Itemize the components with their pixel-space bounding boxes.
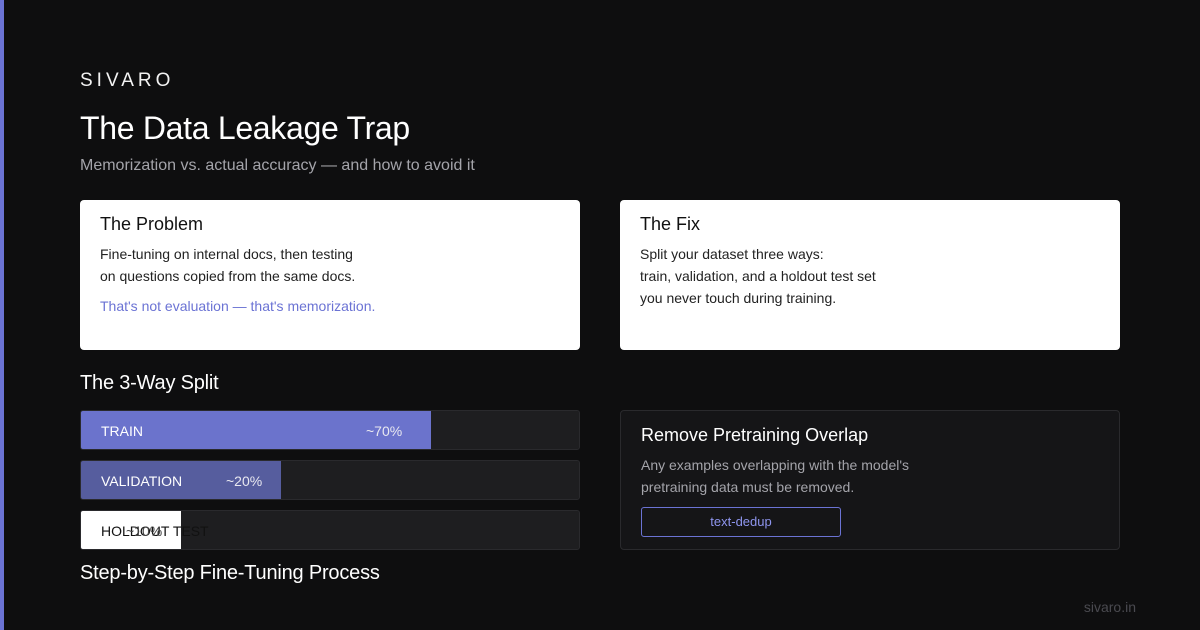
overlap-card: Remove Pretraining Overlap Any examples …: [620, 410, 1120, 550]
text-dedup-tag[interactable]: text-dedup: [641, 507, 841, 537]
problem-line-1: Fine-tuning on internal docs, then testi…: [100, 246, 353, 262]
overlap-text: Any examples overlapping with the model'…: [641, 454, 1099, 498]
validation-bar-percent: ~20%: [226, 473, 263, 489]
train-bar-percent: ~70%: [366, 423, 403, 439]
fix-heading: The Fix: [640, 214, 701, 234]
problem-heading: The Problem: [100, 214, 204, 234]
train-bar: TRAIN ~70%: [80, 410, 580, 450]
split-heading: The 3-Way Split: [80, 372, 219, 394]
brand-logo: SIVARO: [80, 70, 175, 91]
train-bar-label: TRAIN: [101, 423, 143, 439]
holdout-bar: HOLDOUT TEST ~10%: [80, 510, 580, 550]
fix-text: Split your dataset three ways: train, va…: [640, 243, 1100, 309]
problem-line-2: on questions copied from the same docs.: [100, 268, 356, 284]
page-title: The Data Leakage Trap: [80, 110, 410, 146]
problem-card: The Problem Fine-tuning on internal docs…: [80, 200, 580, 350]
overlap-line-2: pretraining data must be removed.: [641, 479, 855, 495]
problem-text: Fine-tuning on internal docs, then testi…: [100, 243, 560, 287]
holdout-bar-percent: ~10%: [126, 523, 163, 539]
fix-line-2: train, validation, and a holdout test se…: [640, 268, 876, 284]
overlap-heading: Remove Pretraining Overlap: [641, 425, 869, 445]
page-subtitle: Memorization vs. actual accuracy — and h…: [80, 157, 475, 174]
fix-card: The Fix Split your dataset three ways: t…: [620, 200, 1120, 350]
left-accent-bar: [0, 0, 4, 630]
footer-domain: sivaro.in: [1083, 599, 1136, 615]
problem-emphasis: That's not evaluation — that's memorizat…: [100, 298, 376, 314]
validation-bar: VALIDATION ~20%: [80, 460, 580, 500]
validation-bar-label: VALIDATION: [101, 473, 183, 489]
steps-heading: Step-by-Step Fine-Tuning Process: [80, 562, 380, 584]
fix-line-1: Split your dataset three ways:: [640, 246, 824, 262]
overlap-line-1: Any examples overlapping with the model'…: [641, 457, 910, 473]
fix-line-3: you never touch during training.: [640, 290, 837, 306]
